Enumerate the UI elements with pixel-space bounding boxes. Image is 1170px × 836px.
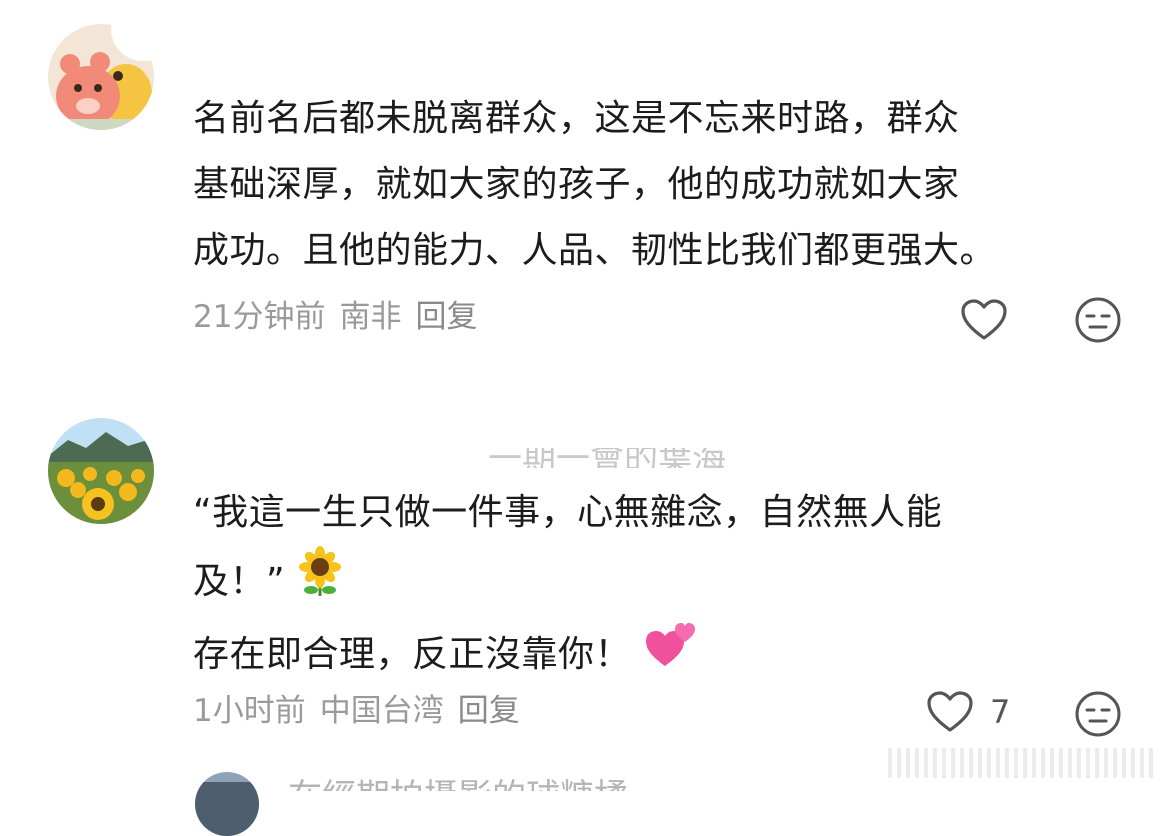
comment-time: 1小时前 (193, 693, 306, 729)
comment-line: 成功。且他的能力、人品、韧性比我们都更强大。 (193, 230, 997, 271)
sunflower-icon (297, 546, 343, 620)
dislike-face-icon[interactable] (1074, 690, 1122, 742)
comment-time: 21分钟前 (193, 299, 326, 335)
avatar[interactable] (48, 418, 154, 524)
comment-location: 中国台湾 (319, 693, 444, 729)
watermark (888, 748, 1156, 778)
comment-line: 基础深厚，就如大家的孩子，他的成功就如大家 (193, 164, 960, 205)
avatar[interactable] (48, 24, 154, 130)
avatar-image-bears (48, 24, 154, 130)
dislike-face-icon[interactable] (1074, 296, 1122, 348)
comment-line: “我這一生只做一件事，心無雜念，自然無人能 (193, 492, 943, 533)
comment-meta: 1小时前 中国台湾 回复 (193, 691, 534, 731)
comment-line: 存在即合理，反正沒靠你！ (193, 620, 942, 692)
comment-line: 名前名后都未脱离群众，这是不忘来时路，群众 (193, 98, 960, 139)
comment-line-text: 存在即合理，反正沒靠你！ (193, 634, 632, 675)
like-icon[interactable] (926, 690, 974, 738)
like-icon[interactable] (960, 298, 1008, 346)
comment-line: 及！” (193, 546, 942, 620)
like-count: 7 (990, 693, 1011, 731)
avatar[interactable] (195, 772, 259, 836)
avatar-image (195, 772, 259, 836)
reply-button[interactable]: 回复 (458, 693, 520, 729)
comment-text: “我這一生只做一件事，心無雜念，自然無人能 及！” 存在即合理，反正沒靠你！ (193, 480, 942, 692)
avatar-image-sunflowers (48, 418, 154, 524)
comment-meta: 21分钟前 南非 回复 (193, 297, 491, 337)
two-hearts-icon (643, 620, 697, 692)
comment-location: 南非 (339, 299, 402, 335)
comment-line-text: 及！” (193, 561, 286, 602)
comment-text: 名前名后都未脱离群众，这是不忘来时路，群众 基础深厚，就如大家的孩子，他的成功就… (193, 86, 996, 284)
username[interactable]: 在經期拍攝影的球糖橘 (288, 769, 628, 791)
reply-button[interactable]: 回复 (415, 299, 477, 335)
username[interactable]: 一期一會的葉海 (488, 448, 726, 468)
